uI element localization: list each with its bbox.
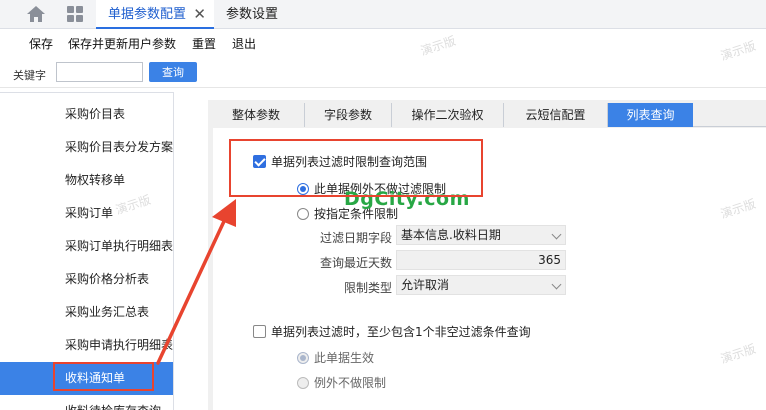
limit-scope-option[interactable]: 单据列表过滤时限制查询范围 [253, 153, 427, 170]
save-button[interactable]: 保存 [29, 35, 53, 52]
non-empty-filter-option[interactable]: 单据列表过滤时，至少包含1个非空过滤条件查询 [253, 323, 531, 340]
list-item[interactable]: 采购申请执行明细表 [0, 329, 173, 362]
close-icon[interactable]: ✕ [193, 0, 206, 29]
exit-button[interactable]: 退出 [232, 35, 256, 52]
chevron-down-icon [551, 229, 562, 240]
effective-radio-label: 此单据生效 [314, 351, 375, 365]
checkbox-checked-icon[interactable] [253, 155, 266, 168]
exception-radio-label: 例外不做限制 [314, 376, 387, 390]
filter-date-field-value: 基本信息.收料日期 [401, 228, 501, 242]
top-tab-bar: 单据参数配置 ✕ 参数设置 [0, 0, 766, 29]
radio-unselected-disabled-icon[interactable] [297, 377, 309, 389]
tab-document-params[interactable]: 单据参数配置 ✕ [96, 0, 214, 29]
list-item[interactable]: 采购订单执行明细表 [0, 230, 173, 263]
limit-type-value: 允许取消 [401, 278, 450, 292]
tab-field-params[interactable]: 字段参数 [305, 103, 392, 127]
recent-days-value: 365 [538, 253, 561, 267]
keyword-label: 关键字 [13, 69, 46, 82]
list-item[interactable]: 采购价目表 [0, 98, 173, 131]
limit-type-select[interactable]: 允许取消 [396, 275, 566, 295]
settings-tabs: 整体参数 字段参数 操作二次验权 云短信配置 列表查询 [208, 100, 766, 127]
apps-grid-icon[interactable] [66, 5, 84, 23]
non-empty-filter-label: 单据列表过滤时，至少包含1个非空过滤条件查询 [271, 325, 531, 339]
recent-days-label: 查询最近天数 [319, 256, 392, 270]
recent-days-input[interactable]: 365 [396, 250, 566, 270]
exception-radio-option[interactable]: 例外不做限制 [297, 374, 386, 391]
site-watermark: DgCity.com [344, 188, 470, 210]
keyword-input[interactable] [56, 62, 143, 82]
radio-selected-icon[interactable] [297, 183, 309, 195]
filter-date-field-select[interactable]: 基本信息.收料日期 [396, 225, 566, 245]
save-and-update-button[interactable]: 保存并更新用户参数 [68, 35, 176, 52]
limit-scope-label: 单据列表过滤时限制查询范围 [271, 155, 428, 169]
chevron-down-icon [551, 279, 562, 290]
list-item[interactable]: 采购业务汇总表 [0, 296, 173, 329]
search-bar: 关键字 查询 [0, 58, 766, 88]
home-icon[interactable] [26, 5, 46, 23]
tab-param-settings[interactable]: 参数设置 [226, 0, 278, 29]
tab-overall-params[interactable]: 整体参数 [208, 103, 305, 127]
effective-radio-option[interactable]: 此单据生效 [297, 349, 374, 366]
checkbox-unchecked-icon[interactable] [253, 325, 266, 338]
radio-unselected-icon[interactable] [297, 208, 309, 220]
tab-document-params-label: 单据参数配置 [108, 7, 187, 22]
tab-secondary-auth[interactable]: 操作二次验权 [392, 103, 504, 127]
tab-cloud-sms[interactable]: 云短信配置 [504, 103, 608, 127]
list-item[interactable]: 收料待检库存查询 [0, 395, 173, 410]
list-item-selected[interactable]: 收料通知单 [0, 362, 173, 395]
tab-list-query[interactable]: 列表查询 [608, 103, 693, 127]
filter-date-field-label: 过滤日期字段 [319, 231, 392, 245]
limit-type-label: 限制类型 [343, 281, 392, 295]
query-button[interactable]: 查询 [149, 62, 197, 82]
document-list: 采购价目表 采购价目表分发方案 物权转移单 采购订单 采购订单执行明细表 采购价… [0, 92, 174, 410]
radio-selected-disabled-icon[interactable] [297, 352, 309, 364]
list-item[interactable]: 采购价目表分发方案 [0, 131, 173, 164]
reset-button[interactable]: 重置 [192, 35, 216, 52]
list-query-content: 单据列表过滤时限制查询范围 此单据例外不做过滤限制 按指定条件限制 过滤日期字段… [213, 128, 766, 410]
toolbar: 保存 保存并更新用户参数 重置 退出 [0, 30, 766, 56]
list-item[interactable]: 采购价格分析表 [0, 263, 173, 296]
